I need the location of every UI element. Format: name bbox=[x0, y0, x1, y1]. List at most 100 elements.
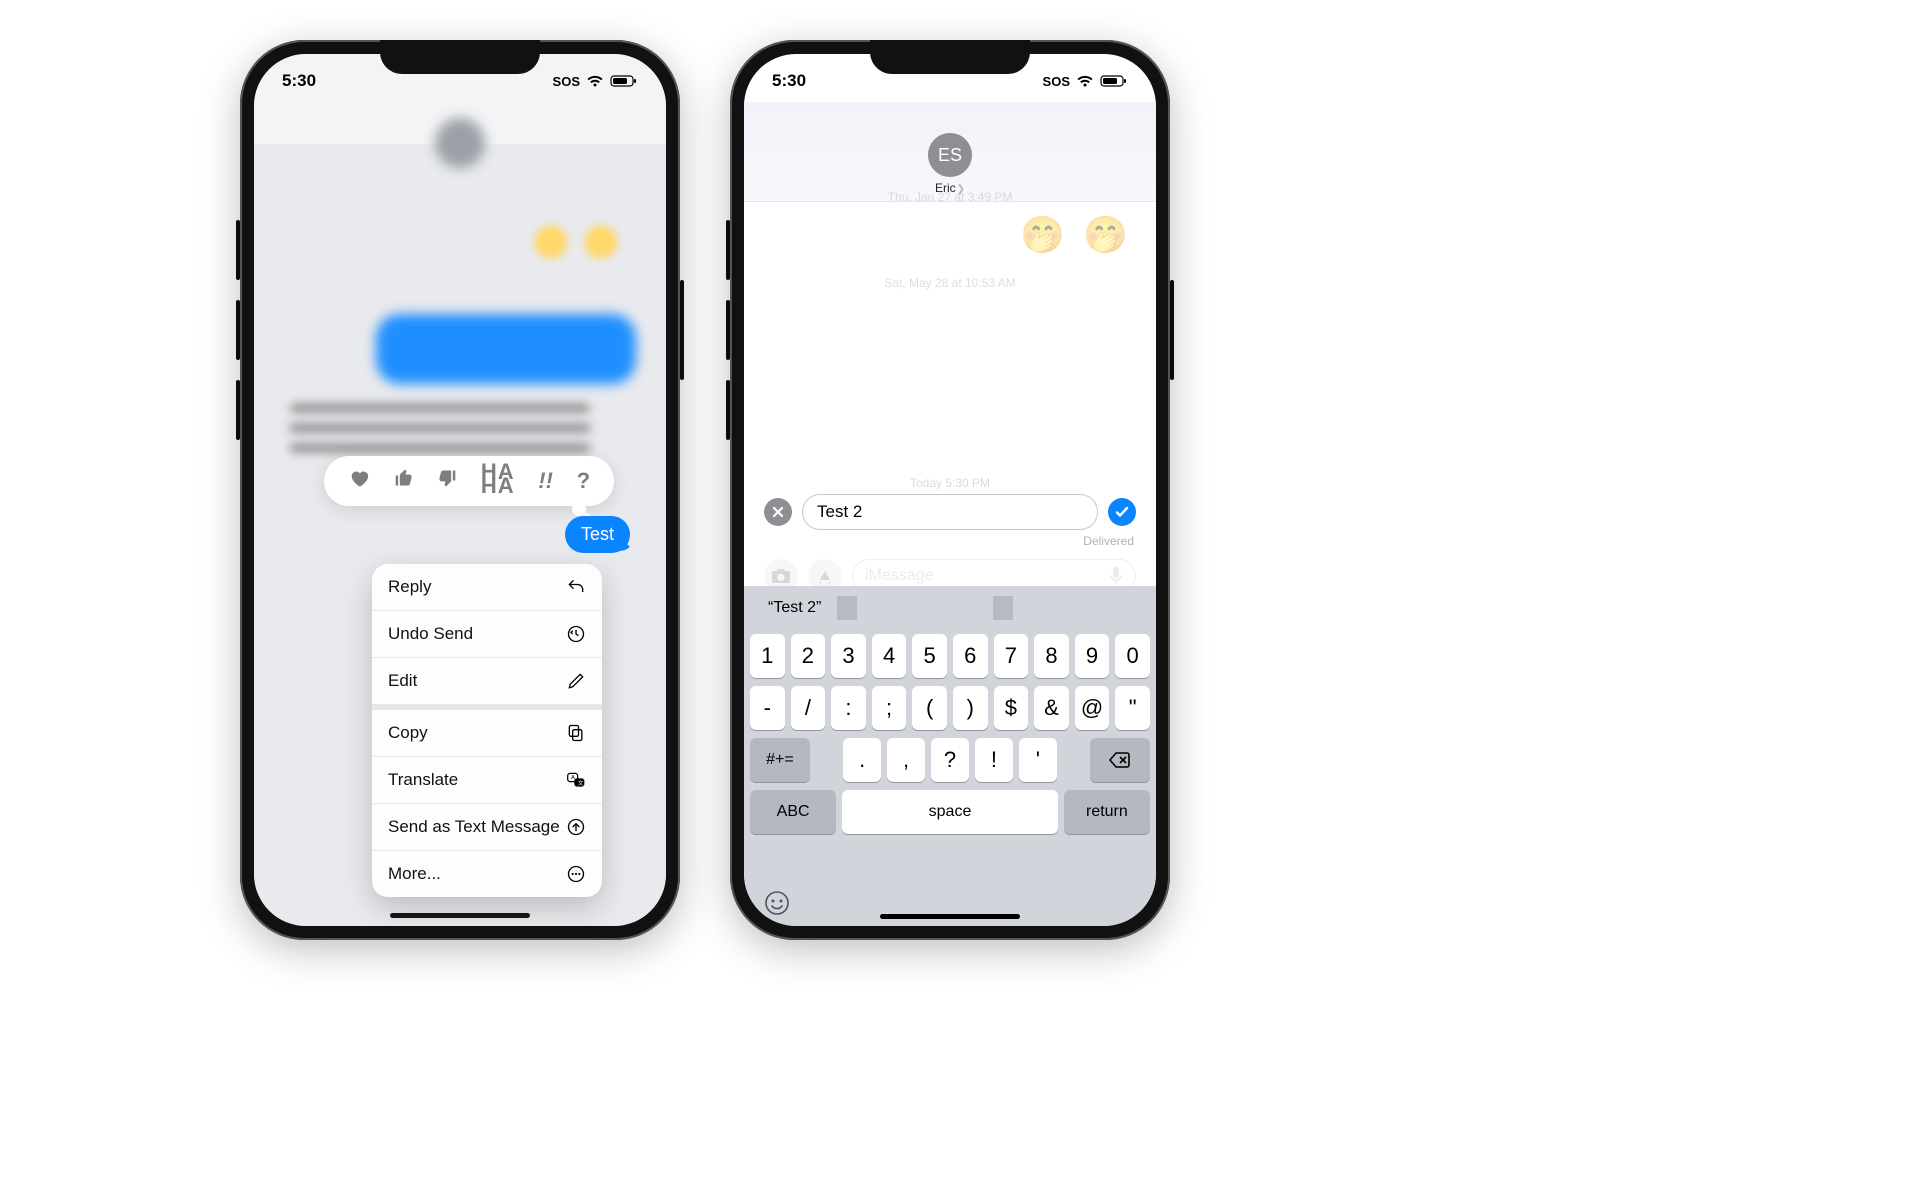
key-;[interactable]: ; bbox=[872, 686, 907, 730]
menu-translate-label: Translate bbox=[388, 770, 458, 790]
keyboard-row-2: -/:;()$&@" bbox=[744, 682, 1156, 734]
cancel-edit-button[interactable] bbox=[764, 498, 792, 526]
menu-more-label: More... bbox=[388, 864, 441, 884]
key-![interactable]: ! bbox=[975, 738, 1013, 782]
key-,[interactable]: , bbox=[887, 738, 925, 782]
context-menu: Reply Undo Send Edit Copy Translate A文 S… bbox=[372, 564, 602, 897]
reply-icon bbox=[566, 577, 586, 597]
key-6[interactable]: 6 bbox=[953, 634, 988, 678]
keyboard-row-3: #+= .,?!' bbox=[744, 734, 1156, 786]
blurred-avatar bbox=[435, 118, 485, 168]
key-"[interactable]: " bbox=[1115, 686, 1150, 730]
translate-icon: A文 bbox=[566, 770, 586, 790]
key-backspace[interactable] bbox=[1090, 738, 1150, 782]
dictation-icon bbox=[1109, 566, 1123, 586]
check-icon bbox=[1114, 504, 1130, 520]
selected-message-bubble[interactable]: Test bbox=[565, 516, 630, 553]
ellipsis-circle-icon bbox=[566, 864, 586, 884]
emoji-message: 🤭 🤭 bbox=[1020, 214, 1132, 256]
svg-text:A: A bbox=[571, 775, 575, 781]
menu-copy-label: Copy bbox=[388, 723, 428, 743]
menu-edit-label: Edit bbox=[388, 671, 417, 691]
app-store-icon bbox=[816, 567, 834, 585]
key-7[interactable]: 7 bbox=[994, 634, 1029, 678]
key-3[interactable]: 3 bbox=[831, 634, 866, 678]
key-0[interactable]: 0 bbox=[1115, 634, 1150, 678]
avatar[interactable]: ES bbox=[928, 133, 972, 177]
screen-right: 5:30 SOS ES Eric❯ Thu, Jan 27 at 3:49 PM… bbox=[744, 54, 1156, 926]
screen-left: 5:30 SOS bbox=[254, 54, 666, 926]
emoji-icon bbox=[764, 890, 790, 916]
key-4[interactable]: 4 bbox=[872, 634, 907, 678]
key-1[interactable]: 1 bbox=[750, 634, 785, 678]
battery-icon bbox=[610, 74, 638, 88]
emoji-keyboard-button[interactable] bbox=[764, 890, 792, 918]
menu-copy[interactable]: Copy bbox=[372, 710, 602, 757]
backspace-icon bbox=[1108, 748, 1132, 772]
key-)[interactable]: ) bbox=[953, 686, 988, 730]
menu-undo-label: Undo Send bbox=[388, 624, 473, 644]
key--[interactable]: - bbox=[750, 686, 785, 730]
key-?[interactable]: ? bbox=[931, 738, 969, 782]
key-:[interactable]: : bbox=[831, 686, 866, 730]
suggestion-item[interactable]: “Test 2” bbox=[758, 595, 831, 621]
key-8[interactable]: 8 bbox=[1034, 634, 1069, 678]
key-symbols[interactable]: #+= bbox=[750, 738, 810, 782]
menu-send-as-text[interactable]: Send as Text Message bbox=[372, 804, 602, 851]
key-return[interactable]: return bbox=[1064, 790, 1150, 834]
pencil-icon bbox=[566, 671, 586, 691]
copy-icon bbox=[566, 723, 586, 743]
key-.[interactable]: . bbox=[843, 738, 881, 782]
menu-edit[interactable]: Edit bbox=[372, 658, 602, 710]
timestamp: Thu, Jan 27 at 3:49 PM bbox=[888, 190, 1013, 204]
key-$[interactable]: $ bbox=[994, 686, 1029, 730]
tapback-bar: HAHA !! ? bbox=[324, 456, 614, 506]
battery-icon bbox=[1100, 74, 1128, 88]
divider bbox=[837, 596, 857, 620]
key-5[interactable]: 5 bbox=[912, 634, 947, 678]
delivered-label: Delivered bbox=[1083, 534, 1134, 548]
wifi-icon bbox=[1076, 74, 1094, 88]
confirm-edit-button[interactable] bbox=[1108, 498, 1136, 526]
menu-translate[interactable]: Translate A文 bbox=[372, 757, 602, 804]
suggestion-bar: “Test 2” bbox=[744, 586, 1156, 630]
key-abc[interactable]: ABC bbox=[750, 790, 836, 834]
home-indicator[interactable] bbox=[880, 914, 1020, 919]
sos-indicator: SOS bbox=[553, 74, 580, 89]
blurred-message-bubble bbox=[376, 314, 636, 384]
tapback-haha-icon[interactable]: HAHA bbox=[481, 467, 515, 495]
menu-send-text-label: Send as Text Message bbox=[388, 817, 560, 837]
key-'[interactable]: ' bbox=[1019, 738, 1057, 782]
menu-reply[interactable]: Reply bbox=[372, 564, 602, 611]
key-&[interactable]: & bbox=[1034, 686, 1069, 730]
edit-message-input[interactable] bbox=[802, 494, 1098, 530]
blurred-emoji-row bbox=[526, 219, 626, 265]
key-([interactable]: ( bbox=[912, 686, 947, 730]
tapback-emphasis-icon[interactable]: !! bbox=[538, 468, 553, 494]
key-9[interactable]: 9 bbox=[1075, 634, 1110, 678]
tapback-question-icon[interactable]: ? bbox=[577, 468, 590, 494]
keyboard: “Test 2” 1234567890 -/:;()$&@" #+= .,?!'… bbox=[744, 586, 1156, 926]
conversation-header[interactable]: ES Eric❯ bbox=[744, 102, 1156, 202]
tapback-thumbs-up-icon[interactable] bbox=[394, 468, 414, 494]
arrow-up-circle-icon bbox=[566, 817, 586, 837]
home-indicator[interactable] bbox=[390, 913, 530, 918]
edit-message-row bbox=[764, 494, 1136, 530]
tapback-tail bbox=[572, 502, 586, 516]
menu-undo-send[interactable]: Undo Send bbox=[372, 611, 602, 658]
tapback-heart-icon[interactable] bbox=[348, 467, 370, 495]
divider bbox=[993, 596, 1013, 620]
status-time: 5:30 bbox=[772, 71, 806, 91]
key-/[interactable]: / bbox=[791, 686, 826, 730]
sos-indicator: SOS bbox=[1043, 74, 1070, 89]
key-2[interactable]: 2 bbox=[791, 634, 826, 678]
camera-icon bbox=[771, 568, 791, 584]
tapback-thumbs-down-icon[interactable] bbox=[437, 468, 457, 494]
key-@[interactable]: @ bbox=[1075, 686, 1110, 730]
phone-right: 5:30 SOS ES Eric❯ Thu, Jan 27 at 3:49 PM… bbox=[730, 40, 1170, 940]
wifi-icon bbox=[586, 74, 604, 88]
compose-placeholder: iMessage bbox=[865, 567, 933, 585]
key-space[interactable]: space bbox=[842, 790, 1058, 834]
menu-more[interactable]: More... bbox=[372, 851, 602, 897]
close-icon bbox=[771, 505, 785, 519]
